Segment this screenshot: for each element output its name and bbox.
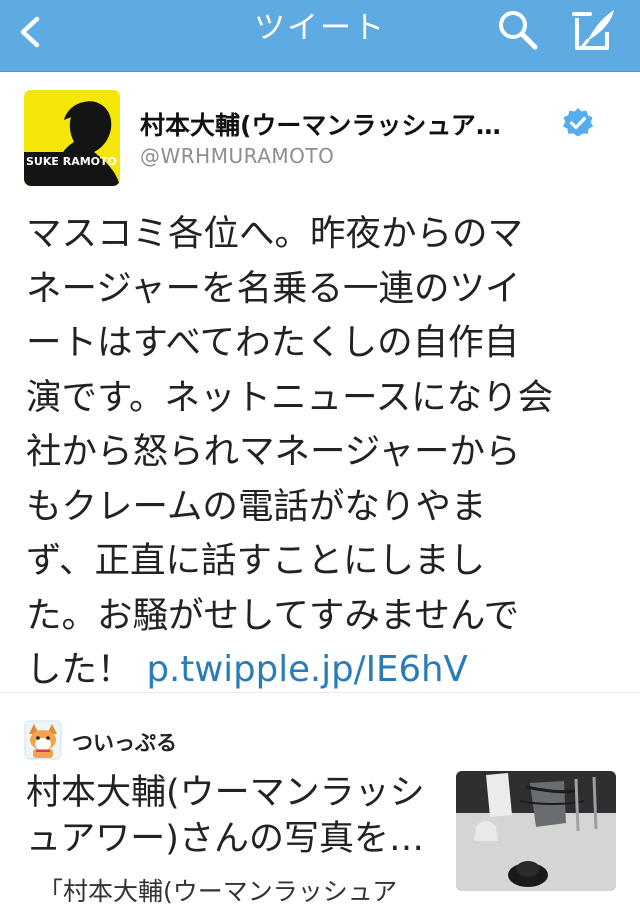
tweet-text-line: た。お騒がせしてすみませんで <box>26 594 520 636</box>
tweet-text-line: ず、正直に話すことにしまし <box>26 540 486 581</box>
tweet-text: マスコミ各位へ。昨夜からのマ ネージャーを名乗る一連のツイ ートはすべてわたくし… <box>26 207 626 698</box>
divider <box>0 692 640 693</box>
verified-badge-icon <box>563 108 593 137</box>
navigation-bar: ツイート <box>0 0 640 72</box>
tweet-link[interactable]: p.twipple.jp/IE6hV <box>147 649 468 690</box>
page-title: ツイート <box>254 10 386 46</box>
tweet-text-line: マスコミ各位へ。昨夜からのマ <box>26 213 524 254</box>
avatar[interactable]: SUKE RAMOTO <box>24 90 120 186</box>
author-name[interactable]: 村本大輔(ウーマンラッシュア… <box>140 106 550 142</box>
card-thumbnail[interactable] <box>456 771 616 891</box>
tweet-text-line: ートはすべてわたくしの自作自 <box>26 322 520 363</box>
tweet-text-line: ネージャーを名乗る一連のツイ <box>26 267 521 309</box>
tweet-text-tail: した！ <box>26 649 133 690</box>
tweet-text-line: もクレームの電話がなりやま <box>26 485 487 527</box>
tweet-text-line: 社から怒られマネージャーから <box>26 431 521 472</box>
card-title[interactable]: 村本大輔(ウーマンラッシ ュアワー)さんの写真を… <box>26 770 446 862</box>
avatar-text: SUKE RAMOTO <box>26 155 117 168</box>
card-title-line: ュアワー)さんの写真を… <box>26 819 424 859</box>
twipple-app-icon <box>24 720 62 760</box>
card-description: 「村本大輔(ウーマンラッシュア <box>38 877 398 906</box>
card-title-line: 村本大輔(ウーマンラッシ <box>26 773 425 813</box>
author-handle[interactable]: @WRHMURAMOTO <box>140 144 334 168</box>
search-icon[interactable] <box>494 6 542 54</box>
tweet-text-last-line: した！ p.twipple.jp/IE6hV <box>26 643 626 698</box>
tweet-text-line: 演です。ネットニュースになり会 <box>26 376 554 418</box>
compose-icon[interactable] <box>568 6 620 54</box>
app-name[interactable]: ついっぷる <box>72 727 177 757</box>
